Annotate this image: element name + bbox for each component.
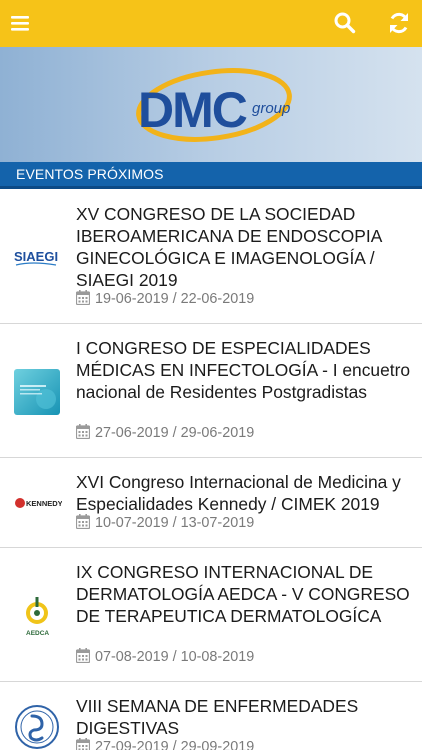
event-date-text: 19-06-2019 / 22-06-2019 (95, 291, 255, 307)
event-logo-siaegi: SIAEGI (12, 232, 62, 282)
search-icon (334, 12, 356, 34)
event-item[interactable]: KENNEDY XVI Congreso Internacional de Me… (0, 458, 422, 548)
refresh-button[interactable] (384, 8, 414, 38)
event-logo-aedca: AEDCA (12, 591, 62, 641)
event-title: VIII SEMANA DE ENFERMEDADES DIGESTIVAS (76, 696, 359, 738)
event-date-text: 10-07-2019 / 13-07-2019 (95, 515, 255, 531)
svg-text:KENNEDY: KENNEDY (26, 499, 62, 508)
brand-banner: DMC group (0, 47, 422, 162)
calendar-icon (76, 738, 90, 750)
event-date-text: 27-06-2019 / 29-06-2019 (95, 425, 255, 441)
event-date-text: 07-08-2019 / 10-08-2019 (95, 649, 255, 665)
hamburger-menu-icon (11, 16, 29, 31)
event-item[interactable]: AEDCA IX CONGRESO INTERNACIONAL DE DERMA… (0, 548, 422, 682)
event-logo-kennedy: KENNEDY (12, 478, 62, 528)
event-title: I CONGRESO DE ESPECIALIDADES MÉDICAS EN … (76, 338, 411, 402)
section-title: EVENTOS PRÓXIMOS (0, 162, 422, 189)
event-date: 27-06-2019 / 29-06-2019 (76, 423, 254, 443)
event-date: 19-06-2019 / 22-06-2019 (76, 289, 254, 309)
calendar-icon (76, 290, 90, 305)
event-item[interactable]: SIAEGI XV CONGRESO DE LA SOCIEDAD IBEROA… (0, 189, 422, 324)
event-title: IX CONGRESO INTERNACIONAL DE DERMATOLOGÍ… (76, 562, 410, 626)
calendar-icon (76, 514, 90, 529)
event-title: XV CONGRESO DE LA SOCIEDAD IBEROAMERICAN… (76, 204, 382, 290)
svg-text:AEDCA: AEDCA (26, 630, 49, 637)
event-date-text: 27-09-2019 / 29-09-2019 (95, 739, 255, 750)
event-list: SIAEGI XV CONGRESO DE LA SOCIEDAD IBEROA… (0, 189, 422, 750)
menu-button[interactable] (6, 8, 36, 38)
brand-main-text: DMC (138, 82, 247, 138)
calendar-icon (76, 648, 90, 663)
event-logo-infectologia (12, 367, 62, 417)
event-item[interactable]: VIII SEMANA DE ENFERMEDADES DIGESTIVAS 2… (0, 682, 422, 750)
event-date: 10-07-2019 / 13-07-2019 (76, 513, 254, 533)
svg-text:SIAEGI: SIAEGI (14, 249, 58, 264)
event-item[interactable]: I CONGRESO DE ESPECIALIDADES MÉDICAS EN … (0, 324, 422, 458)
event-logo-digestivas (12, 702, 62, 750)
brand-sub-text: group (252, 100, 290, 117)
refresh-icon (390, 12, 408, 34)
dmc-group-logo: DMC group (136, 68, 292, 142)
event-title: XVI Congreso Internacional de Medicina y… (76, 472, 401, 514)
event-date: 27-09-2019 / 29-09-2019 (76, 737, 254, 750)
calendar-icon (76, 424, 90, 439)
search-button[interactable] (330, 8, 360, 38)
top-app-bar (0, 0, 422, 47)
event-date: 07-08-2019 / 10-08-2019 (76, 647, 254, 667)
